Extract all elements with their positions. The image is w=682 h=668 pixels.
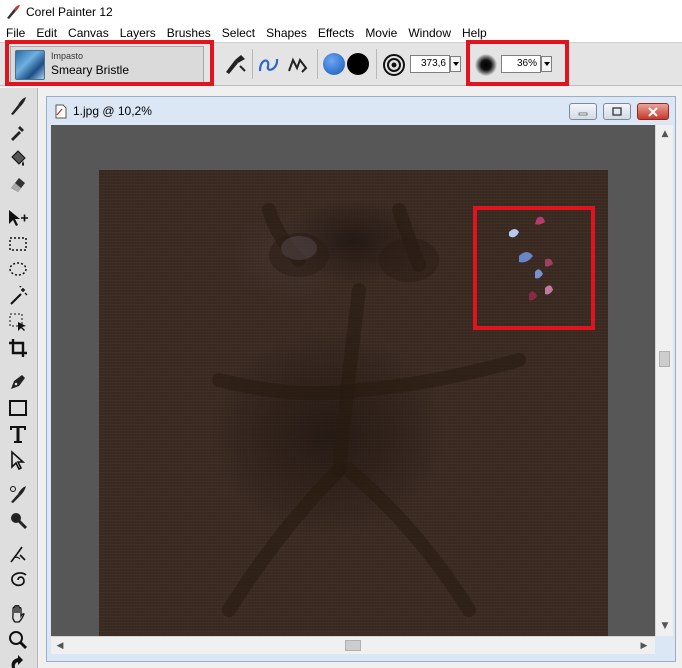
document-icon: [55, 103, 69, 119]
canvas-image[interactable]: [99, 170, 608, 636]
document-canvas-area[interactable]: [51, 125, 655, 636]
maximize-button[interactable]: [603, 103, 631, 120]
menu-bar: File Edit Canvas Layers Brushes Select S…: [0, 24, 682, 42]
horizontal-scrollbar[interactable]: ◀ ▶: [51, 636, 655, 654]
vertical-scroll-thumb[interactable]: [659, 351, 670, 367]
magnifier-icon[interactable]: [6, 628, 30, 652]
horizontal-scroll-thumb[interactable]: [345, 640, 361, 651]
opacity-icon: [473, 52, 499, 78]
lasso-icon[interactable]: [6, 258, 30, 282]
toolbar-divider: [466, 49, 467, 79]
toolbox: [0, 88, 38, 668]
opacity-field[interactable]: 36%: [501, 55, 541, 73]
grabber-icon[interactable]: [6, 602, 30, 626]
rectangle-icon[interactable]: [6, 396, 30, 420]
menu-file[interactable]: File: [0, 24, 30, 42]
shape-selection-icon[interactable]: [6, 448, 30, 472]
scroll-left-icon[interactable]: ◀: [53, 639, 67, 653]
divine-proportion-icon[interactable]: [6, 568, 30, 592]
document-window: 1.jpg @ 10,2% ▲ ▼ ◀ ▶: [46, 96, 676, 662]
brush-category-label: Impasto: [51, 51, 84, 61]
brush-selector[interactable]: Impasto Smeary Bristle: [10, 46, 204, 83]
document-title-bar[interactable]: 1.jpg @ 10,2%: [47, 97, 675, 125]
paint-bucket-icon[interactable]: [6, 146, 30, 170]
pen-icon[interactable]: [6, 370, 30, 394]
crop-icon[interactable]: [6, 336, 30, 360]
canvas-artwork: [212, 203, 553, 617]
toolbar-divider: [212, 49, 213, 79]
scroll-right-icon[interactable]: ▶: [637, 639, 651, 653]
brush-variant-icon: [15, 49, 45, 80]
layer-adjuster-icon[interactable]: [6, 206, 30, 230]
menu-help[interactable]: Help: [456, 24, 492, 42]
magic-wand-icon[interactable]: [6, 284, 30, 308]
menu-select[interactable]: Select: [216, 24, 260, 42]
menu-layers[interactable]: Layers: [114, 24, 161, 42]
text-icon[interactable]: [6, 422, 30, 446]
document-title: 1.jpg @ 10,2%: [73, 104, 152, 118]
eraser-icon[interactable]: [6, 172, 30, 196]
dropper-icon[interactable]: [6, 120, 30, 144]
menu-edit[interactable]: Edit: [30, 24, 62, 42]
property-bar: Impasto Smeary Bristle 373,6 36%: [0, 42, 682, 86]
opacity-dropdown[interactable]: [541, 56, 552, 72]
brush-size-icon: [381, 52, 407, 78]
scroll-up-icon[interactable]: ▲: [658, 127, 672, 141]
toolbar-divider: [376, 49, 377, 79]
menu-movie[interactable]: Movie: [359, 24, 402, 42]
menu-effects[interactable]: Effects: [312, 24, 359, 42]
window-title: Corel Painter 12: [26, 5, 113, 19]
title-bar: Corel Painter 12: [0, 0, 682, 24]
toolbar-divider: [252, 49, 253, 79]
additional-color-swatch[interactable]: [347, 53, 369, 75]
vertical-scrollbar[interactable]: ▲ ▼: [655, 125, 673, 636]
dodge-icon[interactable]: [6, 542, 30, 566]
toolbar-divider: [317, 49, 318, 79]
brush-size-dropdown[interactable]: [450, 56, 461, 72]
scroll-down-icon[interactable]: ▼: [658, 619, 672, 633]
rotate-page-icon[interactable]: [6, 650, 30, 668]
brush-icon[interactable]: [6, 94, 30, 118]
menu-window[interactable]: Window: [402, 24, 456, 42]
menu-canvas[interactable]: Canvas: [62, 24, 114, 42]
rect-select-icon[interactable]: [6, 232, 30, 256]
painter-brush-icon: [4, 3, 22, 21]
rubber-stamp-icon[interactable]: [6, 508, 30, 532]
straight-line-stroke-icon[interactable]: [285, 52, 311, 78]
main-color-swatch[interactable]: [323, 53, 345, 75]
freehand-stroke-icon[interactable]: [256, 52, 282, 78]
painter-app: Corel Painter 12 File Edit Canvas Layers…: [0, 0, 682, 668]
minimize-button[interactable]: [569, 103, 597, 120]
close-button[interactable]: [637, 103, 669, 120]
menu-brushes[interactable]: Brushes: [161, 24, 216, 42]
reset-tool-icon[interactable]: [222, 52, 248, 78]
brush-size-field[interactable]: 373,6: [410, 55, 450, 73]
transform-icon[interactable]: [6, 310, 30, 334]
menu-shapes[interactable]: Shapes: [260, 24, 312, 42]
cloner-icon[interactable]: [6, 482, 30, 506]
brush-variant-label: Smeary Bristle: [51, 63, 130, 77]
